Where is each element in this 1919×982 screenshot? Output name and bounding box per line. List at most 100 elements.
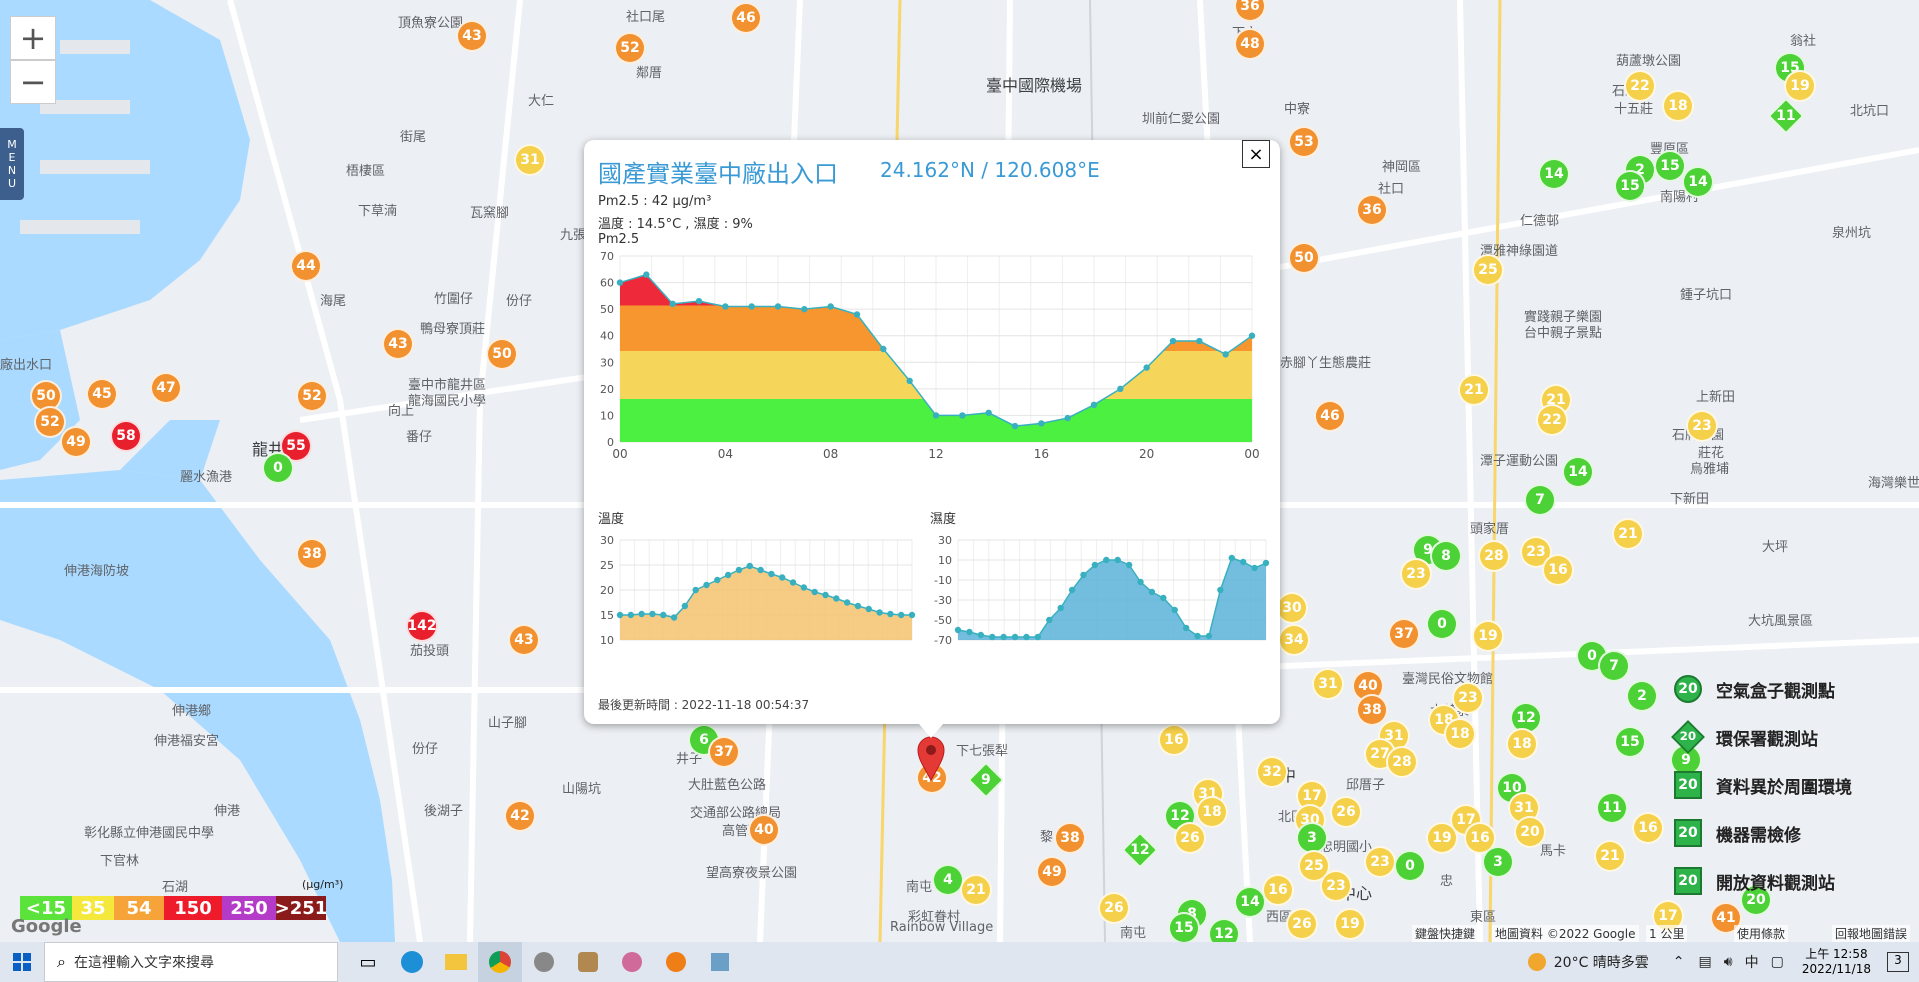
airbox-station-marker[interactable]: 18 [1196,796,1228,828]
terms-link[interactable]: 使用條款 [1734,925,1789,942]
airbox-station-marker[interactable]: 28 [1478,540,1510,572]
airbox-station-marker[interactable]: 23 [1452,682,1484,714]
airbox-station-marker[interactable]: 37 [708,736,740,768]
airbox-station-marker[interactable]: 36 [1356,194,1388,226]
airbox-station-marker[interactable]: 22 [1536,404,1568,436]
airbox-station-marker[interactable]: 31 [514,144,546,176]
airbox-station-marker[interactable]: 34 [1278,624,1310,656]
airbox-station-marker[interactable]: 16 [1158,724,1190,756]
airbox-station-marker[interactable]: 38 [1356,694,1388,726]
airbox-station-marker[interactable]: 50 [1288,242,1320,274]
airbox-station-marker[interactable]: 23 [1686,410,1718,442]
airbox-station-marker[interactable]: 26 [1330,796,1362,828]
airbox-station-marker[interactable]: 26 [1174,822,1206,854]
airbox-station-marker[interactable]: 43 [508,624,540,656]
airbox-station-marker[interactable]: 47 [150,372,182,404]
airbox-station-marker[interactable]: 28 [1386,746,1418,778]
airbox-station-marker[interactable]: 7 [1524,484,1556,516]
windows-start-icon[interactable] [0,942,44,982]
airbox-station-marker[interactable]: 23 [1320,870,1352,902]
airbox-station-marker[interactable]: 19 [1426,822,1458,854]
weather-text[interactable]: 20°C 晴時多雲 [1554,952,1649,972]
airbox-station-marker[interactable]: 43 [456,20,488,52]
close-popup-button[interactable]: × [1242,140,1270,168]
airbox-station-marker[interactable]: 50 [486,338,518,370]
airbox-station-marker[interactable]: 46 [730,2,762,34]
airbox-station-marker[interactable]: 31 [1312,668,1344,700]
airbox-station-marker[interactable]: 25 [1472,254,1504,286]
airbox-station-marker[interactable]: 45 [86,378,118,410]
airbox-station-marker[interactable]: 0 [262,452,294,484]
airbox-station-marker[interactable]: 52 [296,380,328,412]
airbox-station-marker[interactable]: 2 [1626,680,1658,712]
ime-indicator[interactable]: 中 [1745,952,1759,972]
airbox-station-marker[interactable]: 53 [1288,126,1320,158]
airbox-station-marker[interactable]: 14 [1562,456,1594,488]
airbox-station-marker[interactable]: 21 [960,874,992,906]
airbox-station-marker[interactable]: 15 [1614,726,1646,758]
app-icon-paint[interactable] [610,942,654,982]
airbox-station-marker[interactable]: 46 [1314,400,1346,432]
airbox-station-marker[interactable]: 15 [1614,170,1646,202]
weather-icon[interactable] [1527,953,1546,971]
airbox-station-marker[interactable]: 16 [1262,874,1294,906]
airbox-station-marker[interactable]: 21 [1594,840,1626,872]
blender-icon[interactable] [654,942,698,982]
airbox-station-marker[interactable]: 14 [1682,166,1714,198]
network-icon[interactable]: ▤ [1699,954,1712,970]
file-explorer-icon[interactable] [434,942,478,982]
zoom-out-button[interactable]: − [10,60,56,104]
airbox-station-marker[interactable]: 142 [406,610,438,642]
airbox-station-marker[interactable]: 19 [1472,620,1504,652]
airbox-station-marker[interactable]: 23 [1364,846,1396,878]
ime-mode-icon[interactable]: ▢ [1771,954,1784,970]
tray-expand-icon[interactable]: ⌃ [1673,954,1685,970]
airbox-station-marker[interactable]: 18 [1444,718,1476,750]
airbox-station-marker[interactable]: 32 [1256,756,1288,788]
edge-browser-icon[interactable] [390,942,434,982]
map[interactable]: 頂魚寮公園社口尾鄰厝臺中國際機場圳前仁愛公園下六中寮翁社葫蘆墩公園石頭厝十五莊豐… [0,0,1919,942]
airbox-station-marker[interactable]: 30 [1276,592,1308,624]
airbox-station-marker[interactable]: 52 [614,32,646,64]
volume-icon[interactable]: 🔊︎ [1724,954,1733,970]
notification-center-icon[interactable]: 3 [1887,952,1909,972]
airbox-station-marker[interactable]: 43 [382,328,414,360]
airbox-station-marker[interactable]: 16 [1542,554,1574,586]
airbox-station-marker[interactable]: 14 [1234,886,1266,918]
airbox-station-marker[interactable]: 38 [296,538,328,570]
clock[interactable]: 上午 12:58 2022/11/18 [1802,947,1871,977]
airbox-station-marker[interactable]: 18 [1662,90,1694,122]
zoom-in-button[interactable]: + [10,16,56,60]
airbox-station-marker[interactable]: 21 [1612,518,1644,550]
airbox-station-marker[interactable]: 40 [748,814,780,846]
keyboard-shortcuts-link[interactable]: 鍵盤快捷鍵 [1412,925,1479,942]
airbox-station-marker[interactable]: 19 [1334,908,1366,940]
airbox-station-marker[interactable]: 16 [1632,812,1664,844]
airbox-station-marker[interactable]: 0 [1426,608,1458,640]
airbox-station-marker[interactable]: 8 [1430,540,1462,572]
airbox-station-marker[interactable]: 20 [1514,816,1546,848]
app-icon-compass[interactable] [522,942,566,982]
airbox-station-marker[interactable]: 44 [290,250,322,282]
airbox-station-marker[interactable]: 23 [1400,558,1432,590]
airbox-station-marker[interactable]: 26 [1098,892,1130,924]
airbox-station-marker[interactable]: 15 [1654,150,1686,182]
task-view-icon[interactable]: ▭ [346,942,390,982]
map-scale-label[interactable]: 1 公里 [1646,925,1688,942]
airbox-station-marker[interactable]: 26 [1286,908,1318,940]
airbox-station-marker[interactable]: 0 [1394,850,1426,882]
airbox-station-marker[interactable]: 19 [1784,70,1816,102]
airbox-station-marker[interactable]: 49 [1036,856,1068,888]
chrome-browser-icon[interactable] [478,942,522,982]
app-icon-box[interactable] [698,942,742,982]
selected-location-pin-icon[interactable] [916,736,946,782]
airbox-station-marker[interactable]: 11 [1596,792,1628,824]
report-error-link[interactable]: 回報地圖錯誤 [1832,925,1911,942]
airbox-station-marker[interactable]: 18 [1506,728,1538,760]
airbox-station-marker[interactable]: 42 [504,800,536,832]
airbox-station-marker[interactable]: 14 [1538,158,1570,190]
taskbar-search-box[interactable]: ⌕ 在這裡輸入文字來搜尋 [44,942,338,982]
airbox-station-marker[interactable]: 15 [1168,912,1200,942]
menu-tab[interactable]: MENU [0,128,24,200]
airbox-station-marker[interactable]: 3 [1482,846,1514,878]
